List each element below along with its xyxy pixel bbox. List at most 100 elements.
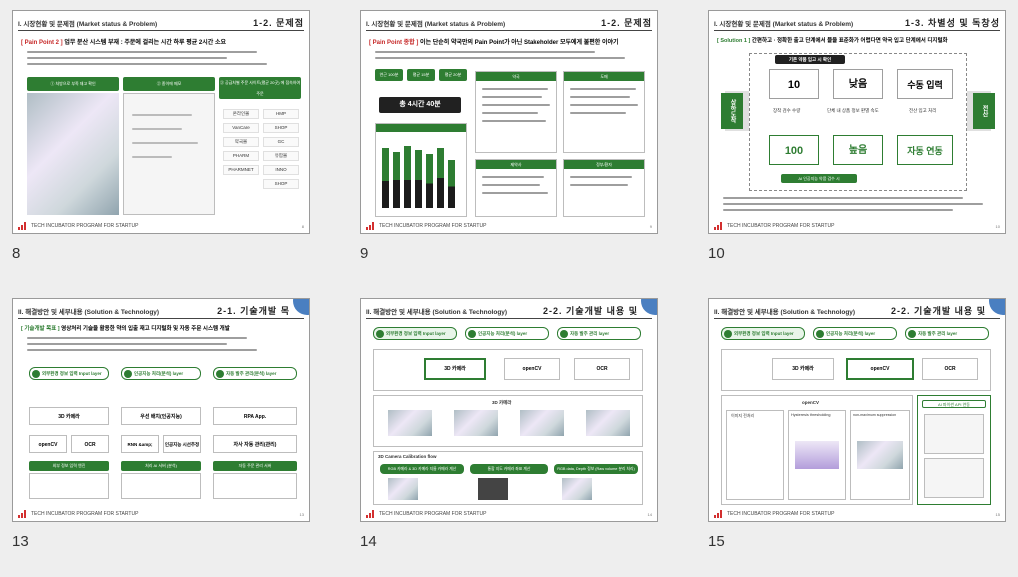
api-screenshot	[924, 458, 984, 498]
flow-step: RGB 카메라 & 3D 카메라 지름 카메라 계산	[380, 464, 464, 474]
sub-panel: non-maximum suppression	[850, 410, 910, 500]
metric-box-improved: 100	[769, 135, 819, 165]
bottom-label: AI 인공지능 약품 검수 시	[781, 174, 857, 183]
tab-input-layer: 외부환경 정보 입력 Input layer	[721, 327, 805, 340]
opencv-detail: openCV 이미지 전처리 Hysteresis thresholding n…	[721, 395, 913, 505]
bullet-line	[723, 197, 963, 199]
tech-item: OCR	[922, 358, 978, 380]
slide-number: 9	[360, 245, 369, 262]
slide-canvas[interactable]: I. 시장현황 및 문제점 (Market status & Problem) …	[360, 10, 658, 234]
time-chart	[375, 123, 467, 217]
api-panel: AI 파이썬 API 연동	[917, 395, 991, 505]
tab-b-icon	[468, 330, 476, 338]
site-logo: 온라인몰	[223, 109, 259, 119]
tech-item-selected: openCV	[846, 358, 914, 380]
tab-c-icon	[560, 330, 568, 338]
sub-title: non-maximum suppression	[853, 413, 897, 417]
tech-row: 3D 카메라 openCV OCR	[373, 349, 643, 391]
slide-sorter-grid: I. 시장현황 및 문제점 (Market status & Problem) …	[0, 0, 1018, 577]
page-number: 9	[649, 224, 652, 229]
slide-canvas[interactable]: II. 해결방안 및 세부내용 (Solution & Technology) …	[360, 298, 658, 522]
brand-logo-icon	[366, 510, 375, 518]
goal-desc	[29, 473, 109, 499]
slide-number: 15	[708, 533, 725, 550]
sub-panel: Hysteresis thresholding	[788, 410, 846, 500]
tab-input-layer: 외부환경 정보 입력 Input layer	[373, 327, 457, 340]
slide-footer: TECH INCUBATOR PROGRAM FOR STARTUP 9	[366, 220, 652, 230]
slide-number: 14	[360, 533, 377, 550]
footer-text: TECH INCUBATOR PROGRAM FOR STARTUP	[727, 223, 835, 229]
tech-box: 인공지능 시선추정	[163, 435, 201, 453]
stat-pill: 평균 20분	[439, 69, 467, 81]
slide-canvas[interactable]: II. 해결방안 및 세부내용 (Solution & Technology) …	[708, 298, 1006, 522]
brand-logo-icon	[18, 222, 27, 230]
panel-title: 도매	[564, 72, 644, 81]
chapter-title: 2-2. 기술개발 내용 및	[543, 306, 638, 316]
sub-title: 이미지 전처리	[731, 413, 755, 418]
layer-b-icon	[124, 370, 132, 378]
footer-text: TECH INCUBATOR PROGRAM FOR STARTUP	[31, 511, 139, 517]
site-logo: VanCare	[223, 123, 259, 133]
brand-logo-icon	[714, 510, 723, 518]
panel-wholesale: 도매	[563, 71, 645, 153]
goal-bar: 처리 AI 서버 (분석)	[121, 461, 201, 471]
slide-footer: TECH INCUBATOR PROGRAM FOR STARTUP 8	[18, 220, 304, 230]
camera-image	[520, 410, 564, 436]
api-screenshot	[924, 414, 984, 454]
bullet-line	[723, 209, 953, 211]
site-logo: SHOP	[263, 123, 299, 133]
layer-order: 자동 발주 관리(분석) layer	[213, 367, 297, 380]
slide-footer: TECH INCUBATOR PROGRAM FOR STARTUP 13	[18, 508, 304, 518]
tech-box: 자사 자동 관리(관리)	[213, 435, 297, 453]
layer-a-icon	[32, 370, 40, 378]
step-header-a: ① 처방으로 부족 재고 확인	[27, 77, 119, 91]
solution-line: [ Solution 1 ] 간편하고 · 정확한 출고 단계에서 물을 표준화…	[717, 36, 948, 44]
slide-canvas[interactable]: II. 해결방안 및 세부내용 (Solution & Technology) …	[12, 298, 310, 522]
slide-canvas[interactable]: I. 시장현황 및 문제점 (Market status & Problem) …	[708, 10, 1006, 234]
bullet-line	[27, 343, 227, 345]
metric-box-improved: 높음	[833, 135, 883, 165]
stat-pill: 연근 100분	[375, 69, 403, 81]
plot-image	[795, 441, 839, 469]
flow-image	[562, 478, 592, 500]
page-number: 15	[995, 512, 1000, 517]
memo-photo	[123, 93, 215, 215]
pharmacist-photo	[27, 93, 119, 215]
tab-c-icon	[908, 330, 916, 338]
panel-pharmacy: 약국	[475, 71, 557, 153]
point-text: 영상처리 기술을 활용한 약의 입출 재고 디지털화 및 자동 주문 시스템 개…	[61, 326, 230, 332]
slide-number: 10	[708, 245, 725, 262]
flow-step: 통합 지도 카메라 좌표 계산	[470, 464, 548, 474]
metric-label: 전산 입고 처리	[909, 108, 937, 113]
tech-item: 3D 카메라	[772, 358, 834, 380]
point-text: 간편하고 · 정확한 출고 단계에서 물을 표준화가 어렵다면 약국 입고 단계…	[751, 38, 948, 44]
slide-canvas[interactable]: I. 시장현황 및 문제점 (Market status & Problem) …	[12, 10, 310, 234]
footer-text: TECH INCUBATOR PROGRAM FOR STARTUP	[379, 223, 487, 229]
tech-box: 우선 배치(인공지능)	[121, 407, 201, 425]
plot-image	[857, 441, 903, 469]
bullet-line	[27, 51, 257, 53]
brand-logo-icon	[366, 222, 375, 230]
tech-box: RPA App.	[213, 407, 297, 425]
bullet-line	[723, 203, 983, 205]
slide-footer: TECH INCUBATOR PROGRAM FOR STARTUP 15	[714, 508, 1000, 518]
point-text: 업무 분산 시스템 부재 : 주문에 걸리는 시간 하루 평균 2시간 소요	[64, 40, 227, 46]
tech-item: openCV	[504, 358, 560, 380]
metric-label: 장착 검수 수량	[773, 108, 801, 113]
footer-text: TECH INCUBATOR PROGRAM FOR STARTUP	[727, 511, 835, 517]
step-header-c: ③ 공급처별 주문 사이트(평균 20곳) 에 접속하여 주문	[219, 77, 301, 99]
section-title: I. 시장현황 및 문제점 (Market status & Problem)	[714, 21, 854, 28]
tech-box: OCR	[71, 435, 109, 453]
metric-box: 낮음	[833, 69, 883, 99]
section-title: I. 시장현황 및 문제점 (Market status & Problem)	[18, 21, 158, 28]
section-title: I. 시장현황 및 문제점 (Market status & Problem)	[366, 21, 506, 28]
tech-item-selected: 3D 카메라	[424, 358, 486, 380]
goal-bar: 자동 주문 관리 서버	[213, 461, 297, 471]
step-header-b: ② 종이에 메모	[123, 77, 215, 91]
brand-logo-icon	[714, 222, 723, 230]
camera-image	[454, 410, 498, 436]
chapter-title: 1-2. 문제점	[253, 18, 304, 28]
page-number: 14	[647, 512, 652, 517]
slide-header: I. 시장현황 및 문제점 (Market status & Problem) …	[366, 15, 652, 31]
goal-desc	[121, 473, 201, 499]
